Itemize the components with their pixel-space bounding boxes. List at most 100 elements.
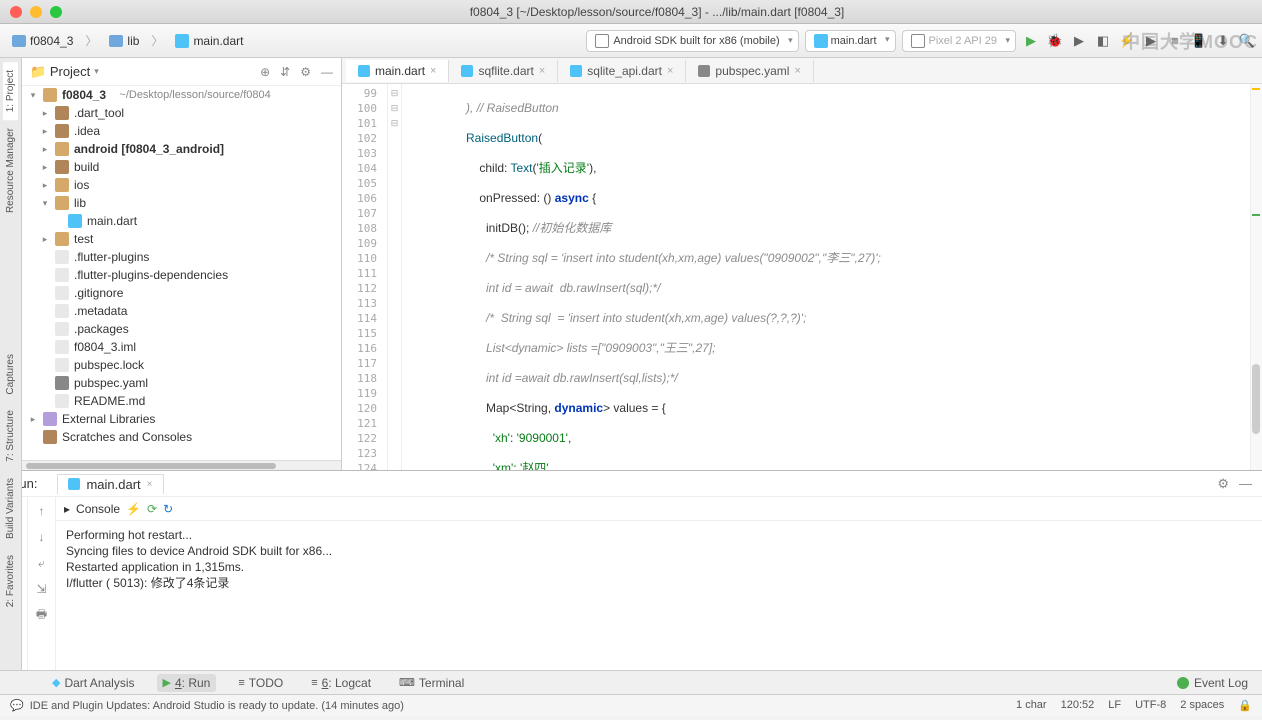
chevron-right-icon[interactable]: ▸ [28,414,38,425]
tab-todo[interactable]: ≡TODO [232,674,289,692]
close-tab-icon[interactable]: × [430,65,436,77]
dart-file-icon [814,34,828,48]
console-output[interactable]: Performing hot restart...Syncing files t… [56,521,1262,670]
breadcrumb-root[interactable]: f0804_3 [6,32,79,50]
hide-icon[interactable]: — [321,65,333,79]
gear-icon[interactable]: ⚙ [1217,476,1229,492]
tree-folder[interactable]: ▾lib [22,194,341,212]
tree-item[interactable]: .gitignore [22,284,341,302]
breadcrumb-lib[interactable]: lib [103,32,145,50]
zoom-window[interactable] [50,6,62,18]
editor-scrollbar[interactable] [1250,84,1262,470]
watermark: 中国大学MOOC [1122,28,1258,54]
soft-wrap-icon[interactable]: ⤶ [34,555,50,571]
status-line-ending[interactable]: LF [1108,699,1121,712]
status-encoding[interactable]: UTF-8 [1135,699,1166,712]
close-window[interactable] [10,6,22,18]
hide-icon[interactable]: — [1239,476,1252,492]
gear-icon[interactable]: ⚙ [300,65,311,79]
tree-item[interactable]: ▸test [22,230,341,248]
status-indent[interactable]: 2 spaces [1180,699,1224,712]
code-editor[interactable]: ), // RaisedButton RaisedButton( child: … [402,84,1250,470]
close-tab-icon[interactable]: × [667,65,673,77]
up-icon[interactable]: ↑ [34,503,50,519]
hot-reload-icon[interactable]: ⟳ [147,502,157,516]
chevron-icon[interactable]: ▸ [40,144,50,155]
tab-terminal[interactable]: ⌨Terminal [393,674,470,692]
coverage-button[interactable]: ▶ [1070,32,1088,50]
tree-item[interactable]: .flutter-plugins-dependencies [22,266,341,284]
tree-item[interactable]: .flutter-plugins [22,248,341,266]
tree-item[interactable]: pubspec.lock [22,356,341,374]
tab-build-variants[interactable]: Build Variants [3,470,18,547]
editor-tab[interactable]: sqlite_api.dart× [558,60,686,82]
notification-icon[interactable]: 💬 [10,699,24,712]
lightning-icon[interactable]: ⚡ [126,502,141,516]
editor-tab[interactable]: pubspec.yaml× [686,60,813,82]
select-opened-icon[interactable]: ⊕ [260,65,270,79]
chevron-down-icon[interactable]: ▾ [28,90,38,101]
tab-resource-manager[interactable]: Resource Manager [3,120,18,221]
tree-folder[interactable]: ▸.idea [22,122,341,140]
status-lock-icon[interactable]: 🔒 [1238,699,1252,712]
tree-file-main-dart[interactable]: main.dart [22,212,341,230]
restart-icon[interactable]: ↻ [163,502,173,516]
left-tool-window-tabs: 1: Project Resource Manager Captures 7: … [0,58,22,470]
tab-dart-analysis[interactable]: ◆Dart Analysis [46,674,141,692]
file-icon [55,340,69,354]
print-icon[interactable]: 🖶 [34,607,50,623]
tree-root[interactable]: ▾ f0804_3 ~/Desktop/lesson/source/f0804 [22,86,341,104]
tab-logcat[interactable]: ≡6: Logcat [305,674,377,692]
tree-item[interactable]: .metadata [22,302,341,320]
status-position[interactable]: 120:52 [1061,699,1095,712]
editor-body[interactable]: 9910010110210310410510610710810911011111… [342,84,1262,470]
editor-tab[interactable]: sqflite.dart× [449,60,558,82]
bottom-tool-window-tabs: ◆Dart Analysis ▶4: Run ≡TODO ≡6: Logcat … [0,670,1262,694]
chevron-icon[interactable]: ▾ [40,198,50,209]
down-icon[interactable]: ↓ [34,529,50,545]
run-button[interactable]: ▶ [1022,32,1040,50]
minimize-window[interactable] [30,6,42,18]
file-icon [55,268,69,282]
chevron-icon[interactable]: ▸ [40,162,50,173]
tree-item[interactable]: pubspec.yaml [22,374,341,392]
tree-item[interactable]: README.md [22,392,341,410]
tab-favorites[interactable]: 2: Favorites [3,547,18,615]
breadcrumb-file[interactable]: main.dart [169,32,249,50]
close-tab-icon[interactable]: × [147,479,153,490]
tab-captures[interactable]: Captures [3,346,18,403]
device-selector[interactable]: Android SDK built for x86 (mobile) [586,30,798,52]
profile-button[interactable]: ◧ [1094,32,1112,50]
run-side-toolbar-2: ↑ ↓ ⤶ ⇲ 🖶 [28,497,56,670]
close-tab-icon[interactable]: × [539,65,545,77]
tab-event-log[interactable]: Event Log [1171,674,1254,692]
editor-tab[interactable]: main.dart× [346,60,449,82]
tree-folder[interactable]: ▸ios [22,176,341,194]
tree-item[interactable]: f0804_3.iml [22,338,341,356]
tree-scratches[interactable]: Scratches and Consoles [22,428,341,446]
tree-folder[interactable]: ▸.dart_tool [22,104,341,122]
chevron-icon[interactable]: ▸ [40,108,50,119]
fold-gutter[interactable]: ⊟⊟⊟ [388,84,402,470]
horizontal-scrollbar[interactable] [22,460,341,470]
file-icon [55,376,69,390]
tree-item[interactable]: .packages [22,320,341,338]
chevron-icon[interactable]: ▸ [40,180,50,191]
chevron-icon[interactable]: ▸ [40,126,50,137]
close-tab-icon[interactable]: × [794,65,800,77]
module-icon [43,88,57,102]
chevron-right-icon[interactable]: ▸ [40,234,50,245]
project-tree[interactable]: ▾ f0804_3 ~/Desktop/lesson/source/f0804 … [22,86,341,460]
tree-folder[interactable]: ▸build [22,158,341,176]
expand-all-icon[interactable]: ⇵ [280,65,290,79]
scroll-end-icon[interactable]: ⇲ [34,581,50,597]
run-config-selector[interactable]: main.dart [805,30,896,52]
debug-button[interactable]: 🐞 [1046,32,1064,50]
emulator-selector[interactable]: Pixel 2 API 29 [902,30,1017,52]
tab-project[interactable]: 1: Project [3,62,18,120]
tab-structure[interactable]: 7: Structure [3,402,18,470]
tree-folder[interactable]: ▸android [f0804_3_android] [22,140,341,158]
tree-external-libraries[interactable]: ▸ External Libraries [22,410,341,428]
tab-run[interactable]: ▶4: Run [157,674,217,692]
run-tab[interactable]: main.dart × [57,474,163,494]
